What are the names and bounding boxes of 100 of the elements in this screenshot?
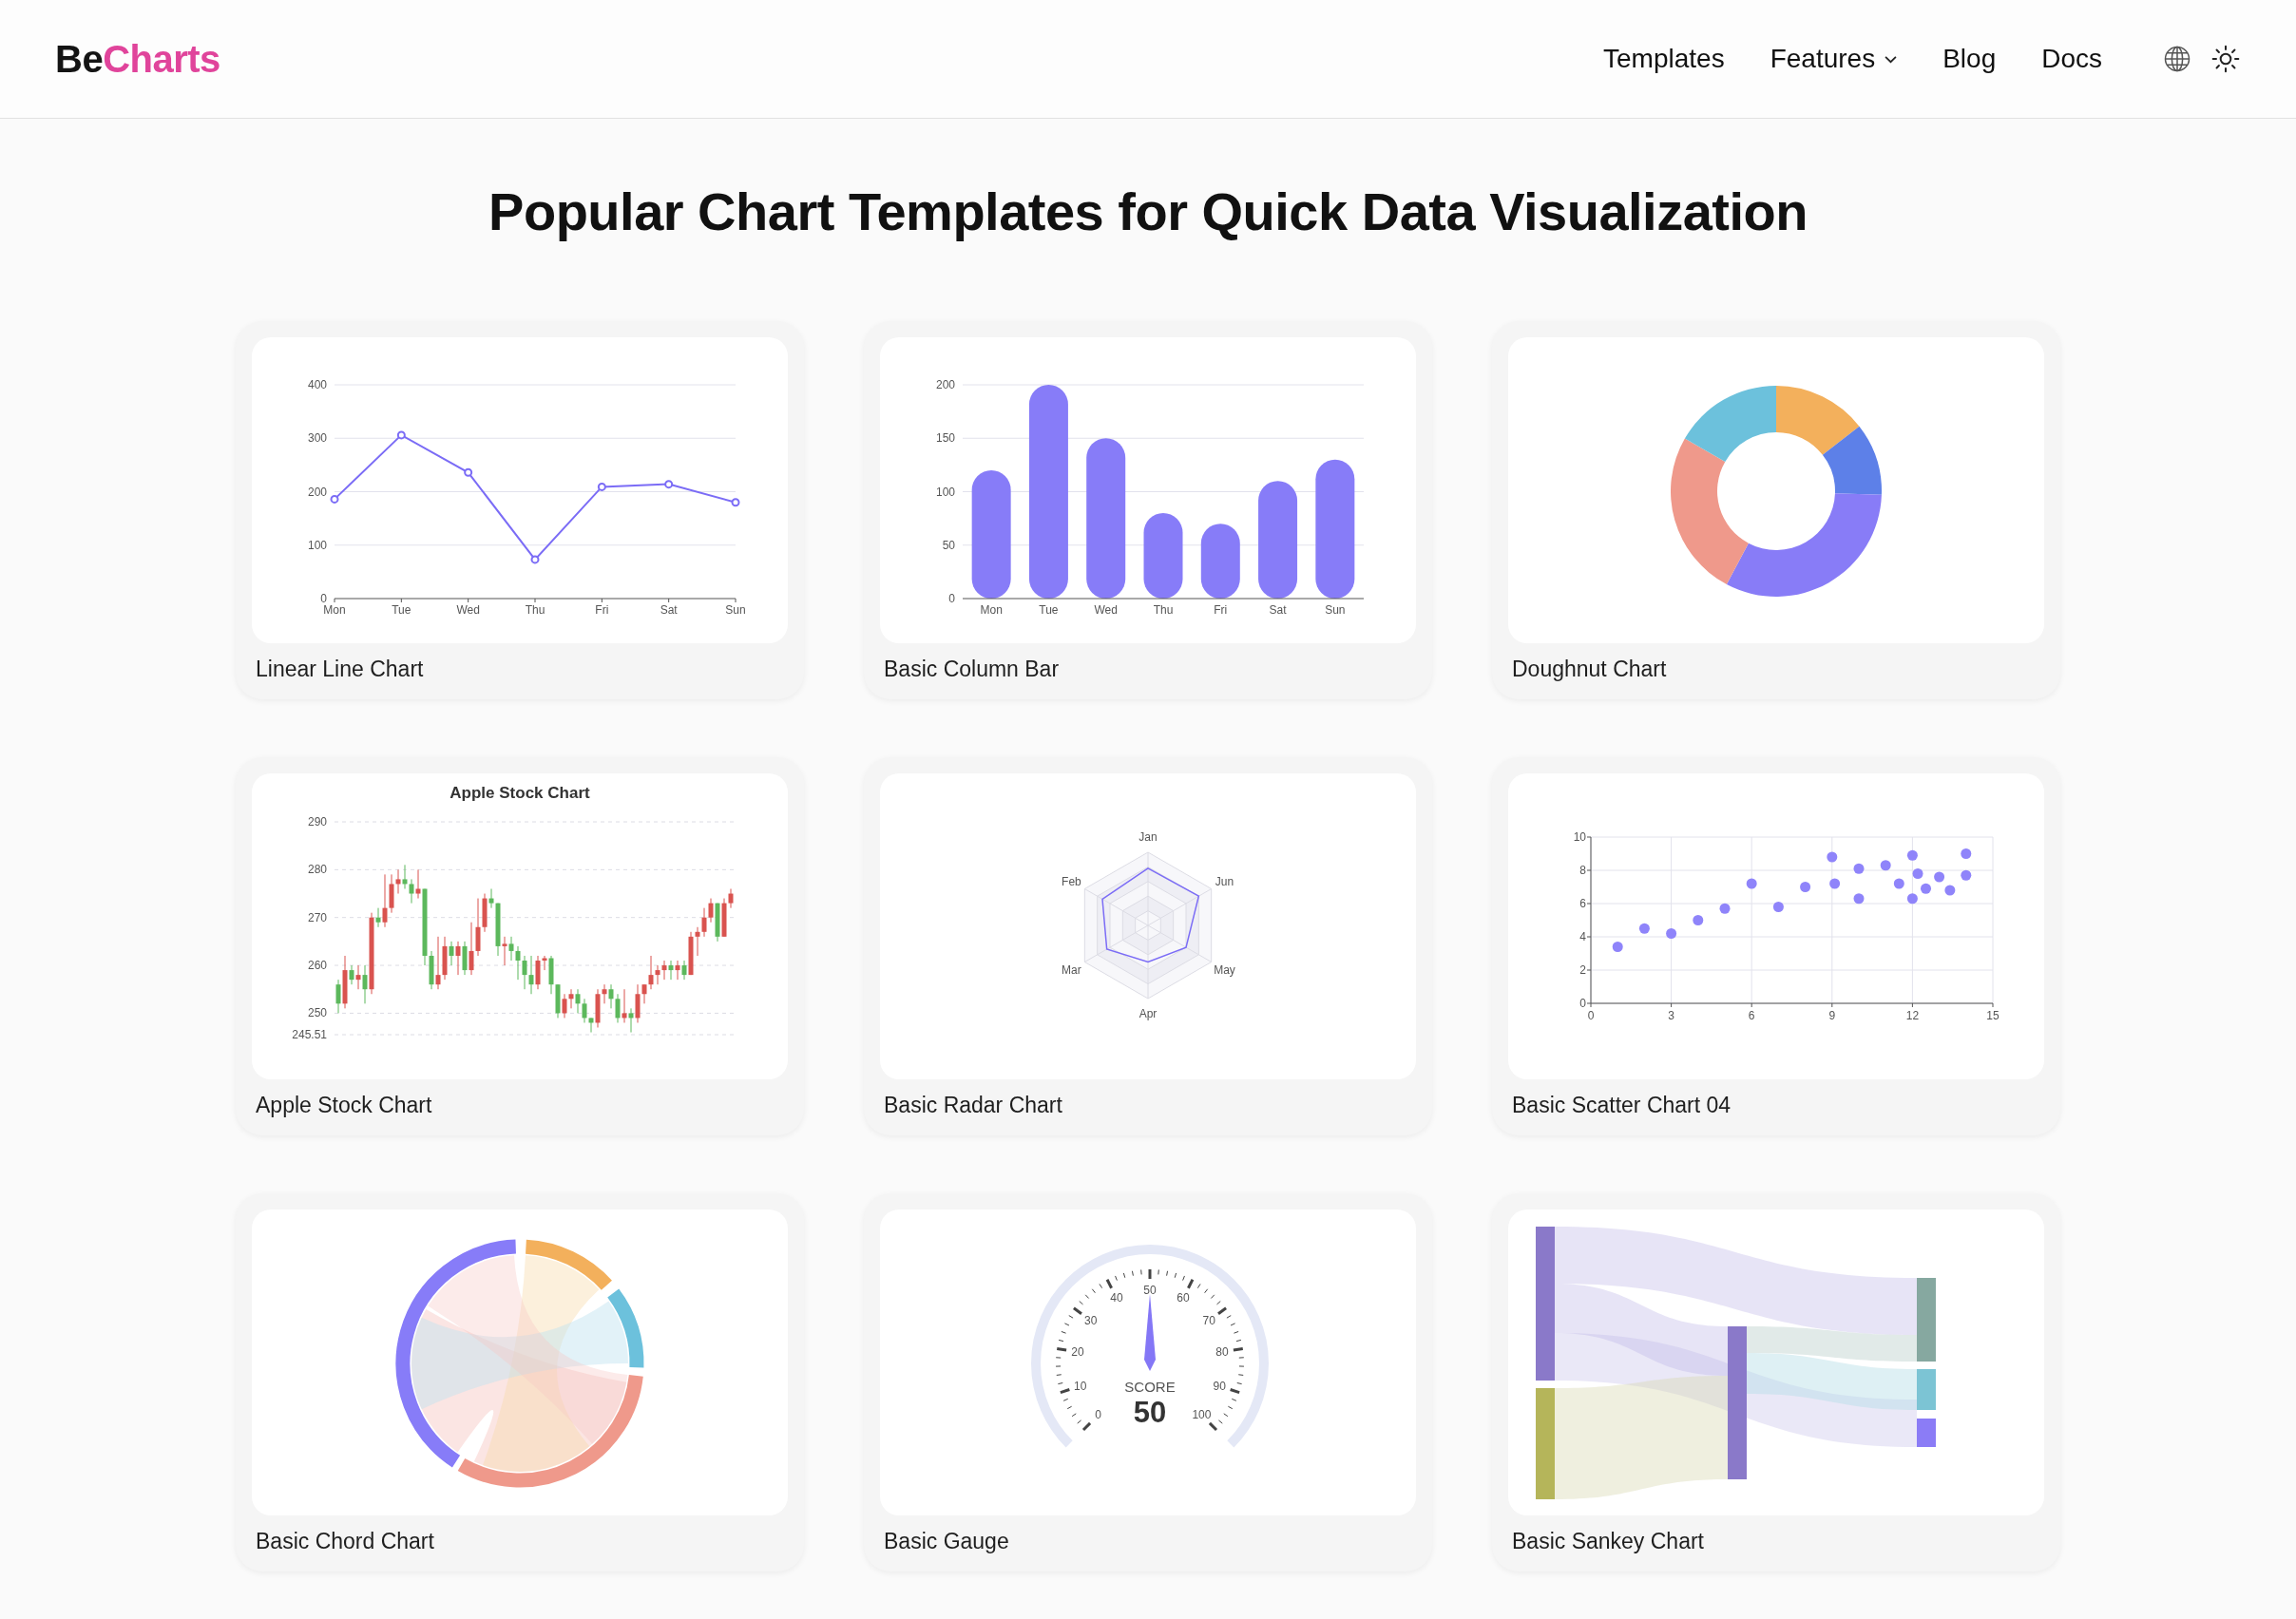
nav-dropdown[interactable]: Features: [1770, 44, 1898, 74]
candlestick: [508, 936, 514, 962]
nav-link[interactable]: Blog: [1942, 44, 1997, 74]
data-point: [1746, 878, 1757, 889]
tick-label: 30: [1084, 1313, 1098, 1327]
template-card[interactable]: Jan Feb Jun Mar May Apr Basic Radar Chart: [864, 757, 1432, 1135]
data-point: [664, 480, 674, 489]
candlestick: [562, 993, 567, 1019]
globe-icon[interactable]: [2163, 45, 2191, 73]
candlestick: [455, 941, 461, 976]
template-name: Basic Radar Chart: [884, 1093, 1063, 1118]
candlestick: [449, 941, 454, 966]
gauge-label: SCORE: [1124, 1379, 1176, 1395]
candlestick: [542, 955, 547, 971]
candlestick: [469, 922, 474, 976]
tick-label: 100: [1192, 1408, 1212, 1422]
data-point: [1921, 883, 1931, 894]
candlestick: [402, 864, 408, 889]
candlestick: [681, 960, 687, 981]
candlestick: [515, 945, 521, 981]
data-point: [1638, 923, 1650, 934]
template-name: Basic Sankey Chart: [1512, 1529, 1705, 1554]
template-name: Basic Column Bar: [884, 657, 1061, 682]
template-card[interactable]: 0 10 20 30 40 50 60 70 80 90 100 SCORE 50 Basic Gauge: [864, 1193, 1432, 1571]
axis-label: Tue: [1039, 603, 1059, 617]
candlestick: [615, 993, 621, 1023]
axis-label: 100: [307, 538, 327, 552]
data-point: [1893, 878, 1904, 889]
candlestick: [728, 887, 734, 909]
axis-label: Sun: [725, 603, 746, 617]
nav-link[interactable]: Docs: [2041, 44, 2102, 74]
candlestick: [382, 873, 388, 928]
axis-label: 280: [307, 863, 327, 877]
axis-label: Thu: [525, 603, 545, 617]
logo[interactable]: BeCharts: [55, 37, 220, 81]
tick-label: 20: [1071, 1344, 1084, 1359]
data-point: [1906, 893, 1918, 905]
axis-label: 245.51: [292, 1028, 327, 1041]
axis-label: 0: [320, 592, 327, 605]
candlestick: [568, 988, 574, 1009]
axis-label: 100: [935, 485, 955, 499]
candlestick: [409, 878, 414, 905]
candlestick: [602, 983, 607, 1004]
sun-icon[interactable]: [2210, 44, 2241, 74]
data-point: [530, 555, 540, 564]
axis-label: Mar: [1062, 962, 1081, 977]
axis-label: 9: [1828, 1009, 1836, 1022]
axis-label: Sun: [1325, 603, 1346, 617]
candlestick: [488, 887, 494, 909]
axis-label: Jan: [1138, 830, 1158, 844]
axis-label: 400: [307, 378, 327, 391]
axis-label: 200: [935, 378, 955, 391]
data-point: [1912, 868, 1923, 879]
tick-label: 10: [1074, 1379, 1087, 1393]
axis-label: 10: [1573, 830, 1586, 844]
template-card[interactable]: 0 2 4 6 8 10 0 3 6 9 12 15 Basic Scatter Chart 04: [1492, 757, 2060, 1135]
data-point: [1612, 942, 1623, 952]
template-card[interactable]: Doughnut Chart: [1492, 321, 2060, 699]
candlestick: [362, 964, 368, 1004]
template-card[interactable]: 0 50 100 150 200 Mon Tue Wed Thu Fri Sat Sun Basic Column Bar: [864, 321, 1432, 699]
axis-label: 270: [307, 910, 327, 924]
axis-label: 2: [1579, 963, 1586, 977]
axis-label: 300: [307, 431, 327, 446]
candlestick: [668, 960, 674, 981]
candlestick: [675, 960, 680, 981]
candlestick: [655, 964, 660, 985]
axis-label: 15: [1986, 1009, 1999, 1022]
data-point: [731, 498, 740, 507]
data-point: [330, 494, 339, 504]
template-card[interactable]: 0 100 200 300 400 Mon Tue Wed Thu Fri Sat Sun Linear Line Chart: [236, 321, 804, 699]
candlestick: [355, 964, 361, 990]
data-point: [1961, 869, 1972, 881]
template-card[interactable]: Basic Chord Chart: [236, 1193, 804, 1571]
data-point: [1934, 871, 1945, 883]
data-point: [1772, 902, 1784, 912]
candlestick: [708, 898, 714, 924]
candlestick: [582, 998, 587, 1023]
candlestick: [502, 936, 507, 966]
template-card[interactable]: Basic Sankey Chart: [1492, 1193, 2060, 1571]
candlestick: [528, 955, 534, 995]
axis-label: 4: [1579, 930, 1586, 943]
axis-label: Mon: [323, 603, 346, 617]
tick-label: 0: [1095, 1408, 1101, 1422]
candlestick: [701, 907, 707, 938]
nav-link[interactable]: Templates: [1603, 44, 1725, 74]
template-name: Basic Gauge: [884, 1529, 1010, 1554]
tick-label: 70: [1202, 1313, 1215, 1327]
candlestick: [661, 960, 667, 981]
data-point: [464, 467, 473, 477]
data-point: [1944, 885, 1956, 896]
tick-label: 50: [1143, 1284, 1157, 1297]
candlestick: [608, 983, 614, 1009]
axis-label: 6: [1748, 1009, 1755, 1022]
candlestick: [695, 926, 700, 957]
gauge-value: 50: [1133, 1396, 1167, 1429]
axis-label: 0: [948, 592, 955, 605]
template-name: Apple Stock Chart: [256, 1093, 433, 1118]
tick-label: 90: [1213, 1379, 1226, 1393]
template-card[interactable]: Apple Stock Chart 245.51 250 260 270 280 290 Apple Stock Chart: [236, 757, 804, 1135]
axis-label: Fri: [595, 603, 609, 617]
